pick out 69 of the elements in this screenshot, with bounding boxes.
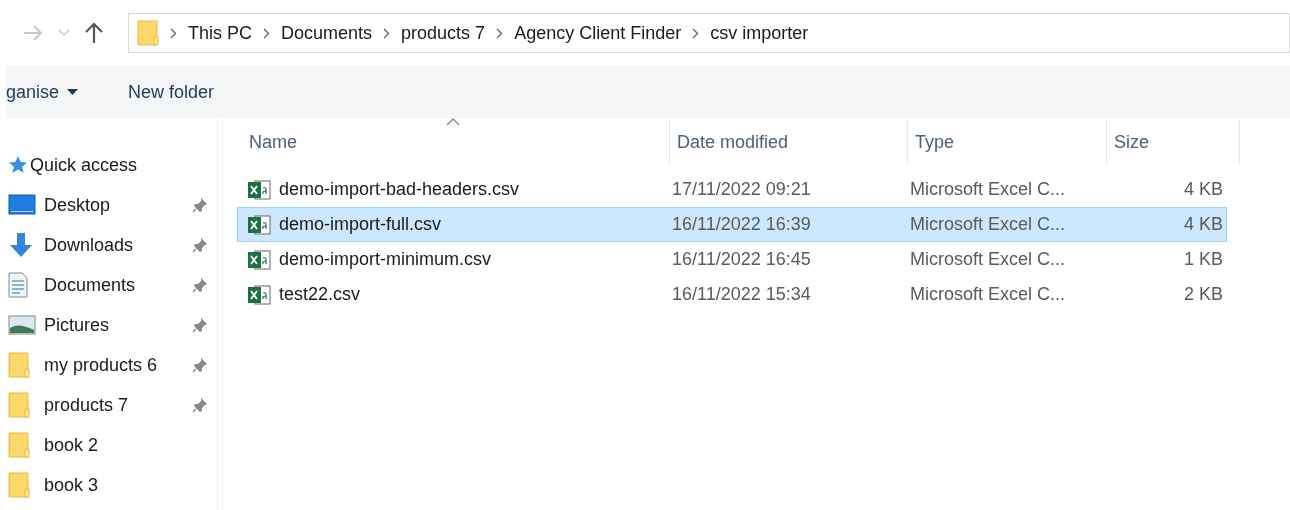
chevron-right-icon[interactable] — [692, 27, 700, 39]
sidebar-item[interactable]: my products 6 — [44, 351, 192, 379]
breadcrumb-item[interactable]: Agency Client Finder — [514, 19, 682, 47]
file-name: demo-import-bad-headers.csv — [279, 178, 520, 201]
table-cell: 16/11/2022 15:34 — [672, 284, 811, 304]
table-cell: 1 KB — [1183, 249, 1223, 269]
up-arrow-icon[interactable] — [84, 22, 104, 44]
table-cell: 4 KB — [1183, 179, 1223, 199]
table-cell: 2 KB — [1183, 284, 1223, 304]
file-row[interactable]: demo-import-minimum.csv 16/11/2022 16:45 Microsoft Excel C... 1 KB — [237, 242, 1227, 277]
sidebar-item[interactable]: products 7 — [44, 391, 192, 419]
breadcrumb-item[interactable]: This PC — [188, 19, 252, 47]
sidebar-item[interactable]: Documents — [44, 271, 192, 299]
folder-icon — [8, 432, 30, 458]
table-cell: Microsoft Excel C... — [910, 284, 1066, 304]
file-name: demo-import-minimum.csv — [279, 248, 492, 271]
spreadsheet-file-icon — [247, 178, 271, 201]
sidebar-item[interactable]: Quick access — [30, 151, 217, 179]
table-cell: 16/11/2022 16:45 — [672, 249, 811, 269]
folder-icon — [137, 20, 159, 46]
file-name: demo-import-full.csv — [279, 213, 442, 236]
pin-icon[interactable] — [192, 397, 208, 413]
folder-icon — [8, 472, 30, 498]
table-cell: Microsoft Excel C... — [910, 179, 1066, 199]
spreadsheet-file-icon — [247, 283, 271, 306]
monitor-icon — [8, 194, 36, 216]
column-header[interactable]: Size — [1114, 128, 1149, 156]
landscape-picture-icon — [8, 315, 36, 335]
pin-icon[interactable] — [192, 277, 208, 293]
sidebar-item[interactable]: book 3 — [44, 471, 217, 499]
table-cell: 4 KB — [1183, 214, 1223, 234]
folder-icon — [8, 392, 30, 418]
star-icon — [8, 155, 28, 175]
file-row[interactable]: demo-import-bad-headers.csv 17/11/2022 09:21 Microsoft Excel C... 4 KB — [237, 172, 1227, 207]
breadcrumb-item[interactable]: csv importer — [710, 19, 809, 47]
file-row[interactable]: test22.csv 16/11/2022 15:34 Microsoft Excel C... 2 KB — [237, 277, 1227, 312]
chevron-right-icon[interactable] — [383, 27, 391, 39]
chevron-right-icon[interactable] — [170, 27, 177, 39]
column-header[interactable]: Name — [249, 128, 297, 156]
file-name: test22.csv — [279, 283, 361, 306]
table-cell: Microsoft Excel C... — [910, 214, 1066, 234]
pin-icon[interactable] — [192, 197, 208, 213]
pin-icon[interactable] — [192, 237, 208, 253]
breadcrumb-item[interactable]: Documents — [281, 19, 373, 47]
new-folder-button[interactable]: New folder — [128, 78, 215, 106]
chevron-right-icon[interactable] — [496, 27, 504, 39]
folder-icon — [8, 352, 30, 378]
table-cell: Microsoft Excel C... — [910, 249, 1066, 269]
file-row[interactable]: demo-import-full.csv 16/11/2022 16:39 Microsoft Excel C... 4 KB — [237, 207, 1227, 242]
sidebar-item[interactable]: Downloads — [44, 231, 192, 259]
breadcrumb-item[interactable]: products 7 — [401, 19, 486, 47]
address-bar[interactable]: This PC Documents products 7 Agency Client Finder csv importer — [128, 13, 1290, 53]
column-header[interactable]: Date modified — [677, 128, 789, 156]
chevron-right-icon[interactable] — [263, 27, 270, 39]
sidebar-item[interactable]: book 2 — [44, 431, 217, 459]
pin-icon[interactable] — [192, 317, 208, 333]
table-cell: 16/11/2022 16:39 — [672, 214, 811, 234]
caret-icon[interactable] — [67, 89, 79, 95]
sidebar-item[interactable]: Desktop — [44, 191, 192, 219]
spreadsheet-file-icon — [247, 248, 271, 271]
pin-icon[interactable] — [192, 357, 208, 373]
column-header[interactable]: Type — [915, 128, 955, 156]
organise-menu[interactable]: ganise — [6, 78, 79, 106]
sidebar-item[interactable]: Pictures — [44, 311, 192, 339]
sort-chevron-icon — [446, 118, 460, 126]
spreadsheet-file-icon — [247, 213, 271, 236]
table-cell: 17/11/2022 09:21 — [672, 179, 811, 199]
download-arrow-icon — [8, 232, 34, 258]
document-icon — [8, 272, 28, 298]
